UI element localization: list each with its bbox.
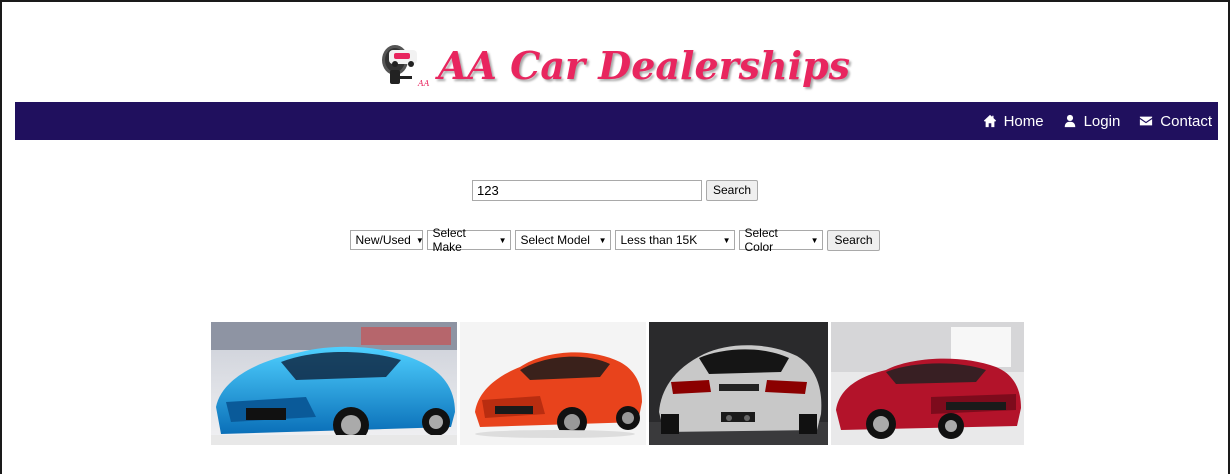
color-select[interactable]: Select Color ▼ <box>739 226 824 254</box>
page-frame: AA AA Car Dealerships Home Login Contact <box>0 0 1230 474</box>
dropdown-arrow-icon: ▼ <box>498 235 507 245</box>
blue-sedan-image[interactable] <box>211 322 457 445</box>
dropdown-arrow-icon: ▼ <box>598 235 607 245</box>
dropdown-arrow-icon: ▼ <box>415 235 424 245</box>
nav-home[interactable]: Home <box>983 113 1044 130</box>
top-navbar: Home Login Contact <box>15 102 1218 140</box>
make-select[interactable]: Select Make ▼ <box>427 226 512 254</box>
nav-login-label: Login <box>1083 112 1121 130</box>
price-select-value: Less than 15K <box>620 233 698 247</box>
color-select-value: Select Color <box>744 226 778 254</box>
model-select[interactable]: Select Model ▼ <box>515 230 612 250</box>
filter-row: New/Used ▼ Select Make ▼ Select Model ▼ Les… <box>2 226 1228 254</box>
site-header: AA AA Car Dealerships <box>2 30 1228 100</box>
nav-login[interactable]: Login <box>1063 112 1121 130</box>
svg-text:AA: AA <box>417 79 430 88</box>
nav-home-label: Home <box>1003 112 1044 130</box>
model-select-value: Select Model <box>520 233 590 247</box>
dropdown-arrow-icon: ▼ <box>810 235 819 245</box>
car-key-icon: AA <box>380 42 432 88</box>
car-gallery <box>211 322 1024 445</box>
filter-search-button[interactable]: Search <box>827 229 880 251</box>
condition-select[interactable]: New/Used ▼ <box>350 230 424 250</box>
silver-hatchback-image[interactable] <box>649 322 828 445</box>
search-button[interactable]: Search <box>705 179 759 201</box>
keyword-search-row: Search <box>2 179 1228 201</box>
envelope-icon <box>1140 116 1153 126</box>
price-select[interactable]: Less than 15K ▼ <box>615 230 736 250</box>
dropdown-arrow-icon: ▼ <box>722 235 731 245</box>
search-input[interactable] <box>471 179 702 201</box>
nav-contact-label: Contact <box>1160 112 1212 130</box>
condition-select-value: New/Used <box>355 233 411 247</box>
user-icon <box>1064 114 1075 128</box>
make-select-value: Select Make <box>432 226 466 254</box>
nav-contact[interactable]: Contact <box>1139 113 1212 130</box>
home-icon <box>983 114 996 128</box>
brand-title[interactable]: AA Car Dealerships <box>438 43 850 88</box>
red-sedan-image[interactable] <box>831 322 1024 445</box>
orange-hatchback-image[interactable] <box>460 322 646 445</box>
